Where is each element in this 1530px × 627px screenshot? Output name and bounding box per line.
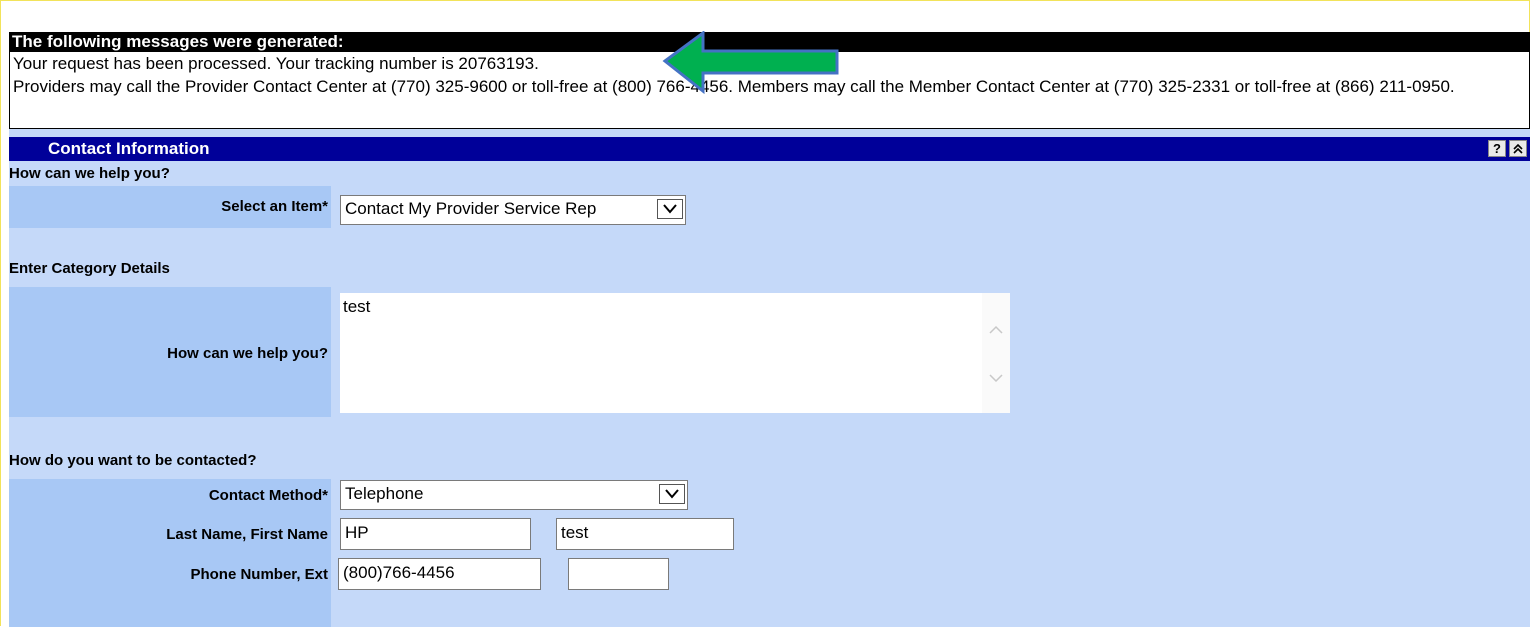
help-text-label: How can we help you? bbox=[167, 345, 328, 362]
phone-label: Phone Number, Ext bbox=[190, 566, 328, 583]
last-name-field[interactable]: HP bbox=[340, 518, 531, 550]
section-header: Contact Information ? bbox=[9, 137, 1530, 161]
text-label-cell: How can we help you? bbox=[9, 287, 331, 417]
help-text-value: test bbox=[343, 297, 371, 316]
help-textarea[interactable]: test bbox=[340, 293, 1010, 413]
select-label-cell: Select an Item* bbox=[9, 186, 331, 228]
phone-number-field[interactable]: (800)766-4456 bbox=[338, 558, 541, 590]
help-icon[interactable]: ? bbox=[1488, 140, 1506, 157]
contact-method-value: Telephone bbox=[345, 484, 424, 503]
contact-label-cell: Contact Method* Last Name, First Name Ph… bbox=[9, 479, 331, 627]
contact-subhead: How do you want to be contacted? bbox=[9, 452, 257, 469]
green-arrow-icon bbox=[662, 31, 839, 95]
contact-method-label: Contact Method* bbox=[208, 487, 328, 504]
collapse-icon[interactable] bbox=[1509, 140, 1527, 157]
phone-ext-field[interactable] bbox=[568, 558, 669, 590]
page: The following messages were generated: Y… bbox=[0, 0, 1530, 627]
section-title: Contact Information bbox=[48, 139, 210, 158]
select-item-value: Contact My Provider Service Rep bbox=[345, 199, 597, 218]
tracking-message: Your request has been processed. Your tr… bbox=[13, 54, 539, 73]
chevron-down-icon[interactable] bbox=[657, 199, 683, 219]
contact-information-section: Contact Information ? How can we help yo… bbox=[9, 129, 1530, 627]
name-label: Last Name, First Name bbox=[166, 526, 328, 543]
help-subhead: How can we help you? bbox=[9, 165, 170, 182]
select-item-label: Select an Item* bbox=[221, 198, 328, 215]
textarea-scrollbar[interactable] bbox=[982, 293, 1010, 413]
select-item-dropdown[interactable]: Contact My Provider Service Rep bbox=[340, 195, 686, 225]
first-name-field[interactable]: test bbox=[556, 518, 734, 550]
category-subhead: Enter Category Details bbox=[9, 260, 170, 277]
contact-method-dropdown[interactable]: Telephone bbox=[340, 480, 688, 510]
chevron-down-icon[interactable] bbox=[659, 484, 685, 504]
